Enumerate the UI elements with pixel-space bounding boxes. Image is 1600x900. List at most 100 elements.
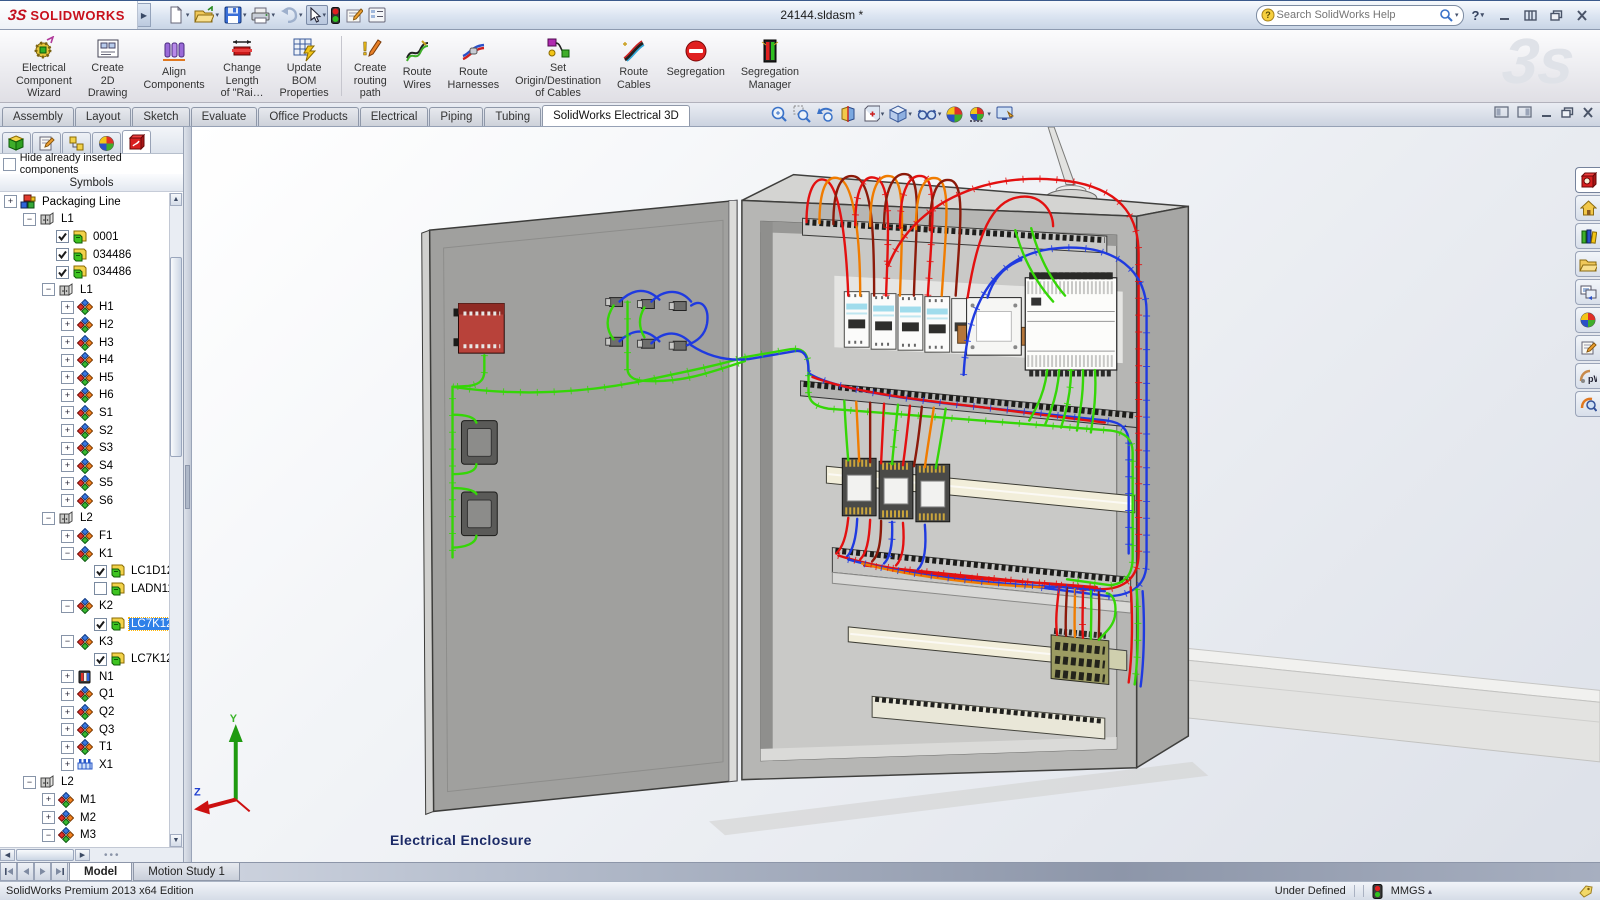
tree-item-f1[interactable]: +F1 xyxy=(0,527,170,545)
tree-expander[interactable]: + xyxy=(61,741,74,754)
enclosure-cabinet[interactable] xyxy=(742,175,1188,780)
tree-expander[interactable]: + xyxy=(61,494,74,507)
ribbon-button-segregation[interactable]: Segregation xyxy=(659,31,733,102)
tree-expander[interactable]: + xyxy=(61,371,74,384)
scroll-thumb[interactable] xyxy=(170,257,182,457)
tree-checkbox[interactable] xyxy=(94,565,107,578)
tree-expander[interactable]: + xyxy=(61,442,74,455)
zoom-to-fit-button[interactable] xyxy=(769,104,789,124)
nav-previous-button[interactable] xyxy=(17,863,34,881)
search-input[interactable] xyxy=(1275,8,1439,22)
tree-expander[interactable]: − xyxy=(61,547,74,560)
tree-item-s5[interactable]: +S5 xyxy=(0,475,170,493)
tree-expander[interactable]: + xyxy=(61,406,74,419)
stoplight-button[interactable] xyxy=(329,5,342,26)
tree-item-n1[interactable]: +N1 xyxy=(0,668,170,686)
doc-collapse-left-button[interactable] xyxy=(1494,106,1509,121)
tree-item-s6[interactable]: +S6 xyxy=(0,492,170,510)
tree-checkbox[interactable] xyxy=(56,266,69,279)
dropdown-caret[interactable]: ▾ xyxy=(271,11,275,19)
undo-button[interactable]: ▾ xyxy=(278,5,305,25)
help-search-box[interactable]: ? ▾ xyxy=(1256,5,1464,26)
tree-item-h3[interactable]: +H3 xyxy=(0,334,170,352)
tab-office-products[interactable]: Office Products xyxy=(258,107,358,126)
dropdown-caret[interactable]: ▾ xyxy=(243,11,247,19)
taskpane-selection-tab[interactable] xyxy=(1575,391,1600,417)
nav-first-button[interactable] xyxy=(0,863,17,881)
dropdown-caret[interactable]: ▾ xyxy=(323,11,327,19)
tree-item-s2[interactable]: +S2 xyxy=(0,422,170,440)
tree-expander[interactable]: + xyxy=(4,195,17,208)
tree-item-m3[interactable]: −M3 xyxy=(0,826,170,844)
section-view-button[interactable] xyxy=(838,104,858,124)
scroll-up-button[interactable]: ▲ xyxy=(170,193,182,206)
edit-appearance-button[interactable] xyxy=(945,105,964,124)
tree-checkbox[interactable] xyxy=(56,230,69,243)
tree-item-s3[interactable]: +S3 xyxy=(0,439,170,457)
hide-inserted-checkbox[interactable] xyxy=(3,158,16,171)
ribbon-button-change-length[interactable]: ChangeLengthof "Rai… xyxy=(213,31,272,102)
tree-checkbox[interactable] xyxy=(94,582,107,595)
tree-item-k2[interactable]: −K2 xyxy=(0,598,170,616)
dropdown-caret[interactable]: ▾ xyxy=(186,11,190,19)
taskpane-electrical-tab[interactable]: pW xyxy=(1575,363,1600,389)
tree-expander[interactable]: − xyxy=(61,600,74,613)
tree-expander[interactable]: − xyxy=(42,283,55,296)
tab-electrical[interactable]: Electrical xyxy=(360,107,429,126)
ribbon-button-route-harnesses[interactable]: RouteHarnesses xyxy=(440,31,508,102)
panel-resize-grip[interactable]: ••• xyxy=(104,850,121,861)
tab-assembly[interactable]: Assembly xyxy=(2,107,74,126)
panel-splitter[interactable] xyxy=(184,127,192,862)
contactors[interactable] xyxy=(842,458,949,521)
tree-item-t1[interactable]: +T1 xyxy=(0,738,170,756)
units-selector[interactable]: MMGS ▴ xyxy=(1391,885,1432,897)
tree-item-m1[interactable]: +M1 xyxy=(0,791,170,809)
tree-expander[interactable]: + xyxy=(61,530,74,543)
edit-note-button[interactable] xyxy=(343,5,365,26)
taskpane-design-library-tab[interactable] xyxy=(1575,223,1600,249)
panel-tab-features[interactable] xyxy=(2,132,31,153)
scroll-left-button[interactable]: ◀ xyxy=(0,849,15,861)
tree-expander[interactable]: + xyxy=(61,723,74,736)
ribbon-button-segregation-manager[interactable]: SegregationManager xyxy=(733,31,807,102)
tree-item-lc7k12[interactable]: LC7K12 xyxy=(0,650,170,668)
tab-motion-study-1[interactable]: Motion Study 1 xyxy=(133,863,240,881)
apply-scene-button[interactable]: ▾ xyxy=(967,105,992,124)
taskpane-custom-properties-tab[interactable] xyxy=(1575,335,1600,361)
tree-expander[interactable]: + xyxy=(61,688,74,701)
tab-piping[interactable]: Piping xyxy=(429,107,483,126)
doc-collapse-right-button[interactable] xyxy=(1517,106,1532,121)
save-button[interactable]: ▾ xyxy=(222,4,249,26)
tree-item-q3[interactable]: +Q3 xyxy=(0,721,170,739)
ribbon-button-set-origin-destination[interactable]: SetOrigin/Destinationof Cables xyxy=(507,31,609,102)
tree-horizontal-scrollbar[interactable]: ◀ ▶ ••• xyxy=(0,847,183,862)
tab-tubing[interactable]: Tubing xyxy=(484,107,541,126)
tag-icon[interactable] xyxy=(1578,885,1594,898)
ribbon-button-align-components[interactable]: AlignComponents xyxy=(135,31,212,102)
tree-item-034486[interactable]: 034486 xyxy=(0,263,170,281)
tree-item-h6[interactable]: +H6 xyxy=(0,387,170,405)
taskpane-file-explorer-tab[interactable] xyxy=(1575,251,1600,277)
3d-scene[interactable]: .r{stroke:#e31010}.dr{stroke:#8c1a0a}.o{… xyxy=(192,127,1600,862)
tree-item-h5[interactable]: +H5 xyxy=(0,369,170,387)
dropdown-caret[interactable]: ▾ xyxy=(908,110,912,118)
tree-item-ladn11[interactable]: LADN11 xyxy=(0,580,170,598)
select-button[interactable]: ▾ xyxy=(306,5,329,25)
doc-restore-button[interactable] xyxy=(1561,107,1574,121)
tree-item-lc7k12[interactable]: LC7K12 xyxy=(0,615,170,633)
search-icon[interactable] xyxy=(1439,8,1454,23)
tree-item-l1[interactable]: −L1 xyxy=(0,211,170,229)
tree-item-q2[interactable]: +Q2 xyxy=(0,703,170,721)
tree-expander[interactable]: + xyxy=(61,301,74,314)
ribbon-button-create-routing-path[interactable]: !Createroutingpath xyxy=(346,31,395,102)
doc-close-button[interactable] xyxy=(1582,107,1594,121)
tree-item-s1[interactable]: +S1 xyxy=(0,404,170,422)
tree-item-h2[interactable]: +H2 xyxy=(0,316,170,334)
ribbon-button-route-wires[interactable]: RouteWires xyxy=(395,31,440,102)
taskpane-resources-tab[interactable] xyxy=(1575,167,1600,193)
graphics-viewport[interactable]: .r{stroke:#e31010}.dr{stroke:#8c1a0a}.o{… xyxy=(192,127,1600,862)
tree-item-k1[interactable]: −K1 xyxy=(0,545,170,563)
tree-expander[interactable]: + xyxy=(61,477,74,490)
tree-vertical-scrollbar[interactable]: ▲ ▼ xyxy=(169,193,183,847)
tree-expander[interactable]: + xyxy=(61,354,74,367)
